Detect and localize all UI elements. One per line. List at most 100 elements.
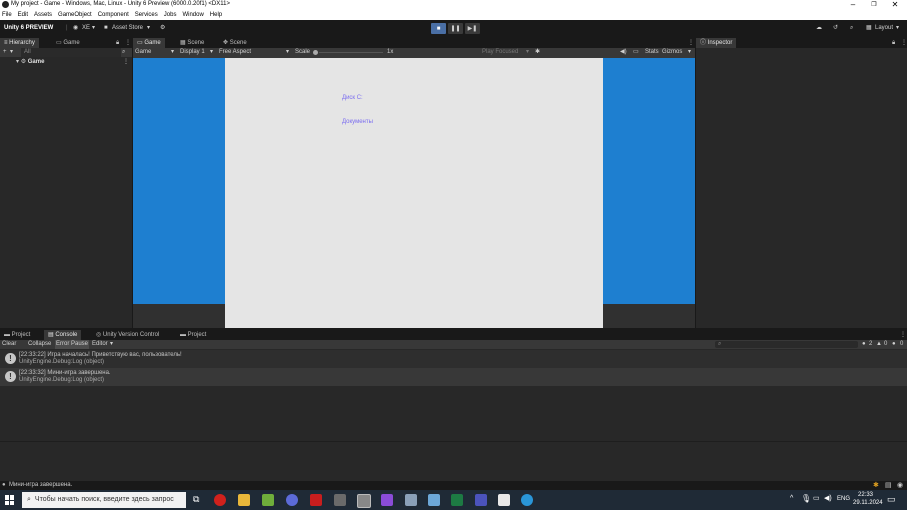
tab-project-2[interactable]: ▬ Project [176, 330, 210, 340]
tab-scene[interactable]: ▦ Scene [176, 38, 208, 48]
excel-icon[interactable] [451, 494, 463, 506]
microphone-icon[interactable]: 🎙︎ [801, 494, 811, 503]
more-icon[interactable]: ⋮ [123, 58, 129, 65]
more-icon[interactable]: ⋮ [897, 38, 907, 48]
tab-game-small[interactable]: ▭ Game [52, 38, 84, 48]
game-text-documents[interactable]: Документы [342, 119, 373, 125]
scale-slider-handle[interactable] [313, 50, 318, 55]
chevron-down-icon[interactable]: ▾ [16, 59, 19, 65]
add-button[interactable]: + [3, 48, 7, 57]
opera-icon[interactable] [214, 494, 226, 506]
aspect-dropdown[interactable]: Free Aspect [219, 48, 251, 57]
menu-services[interactable]: Services [135, 10, 158, 20]
screen-icon[interactable]: ▭ [633, 48, 639, 57]
scale-slider-track[interactable] [319, 52, 383, 53]
info-count-icon[interactable]: ● [862, 340, 866, 349]
network-icon[interactable]: ▭ [813, 494, 820, 502]
hierarchy-search-input[interactable]: All [21, 48, 121, 57]
amd-icon[interactable] [310, 494, 322, 506]
info-count[interactable]: 2 [869, 340, 872, 349]
app-icon[interactable] [334, 494, 346, 506]
history-icon[interactable]: ↺ [833, 24, 838, 33]
notepad-icon[interactable] [428, 494, 440, 506]
settings-icon[interactable]: ▤ [885, 481, 892, 489]
chevron-down-icon[interactable]: ▾ [10, 48, 13, 57]
tab-version-control[interactable]: ◎ Unity Version Control [92, 330, 163, 340]
chevron-down-icon[interactable]: ▾ [171, 48, 174, 57]
account-button[interactable]: XE [82, 24, 90, 33]
clear-button[interactable]: Clear [2, 340, 16, 349]
step-button[interactable]: ▶❚ [465, 23, 480, 34]
hierarchy-root-item[interactable]: ▾ ⚙ Game [16, 58, 44, 66]
teams-icon[interactable] [475, 494, 487, 506]
error-count[interactable]: 0 [900, 340, 903, 349]
search-filter-icon[interactable]: ⌕ [122, 48, 125, 57]
menu-assets[interactable]: Assets [34, 10, 52, 20]
error-count-icon[interactable]: ● [892, 340, 896, 349]
tab-scene-2[interactable]: ✥ Scene [219, 38, 251, 48]
console-search-input[interactable]: ⌕ [715, 341, 858, 348]
minimize-button[interactable]: – [842, 0, 864, 10]
error-pause-button[interactable]: Error Pause [55, 340, 90, 349]
stats-button[interactable]: Stats [645, 48, 659, 57]
progress-icon[interactable]: ✱ [873, 481, 879, 489]
menu-file[interactable]: File [2, 10, 12, 20]
layout-dropdown[interactable]: Layout [875, 24, 893, 33]
volume-icon[interactable]: ◀) [824, 494, 832, 502]
unity-icon[interactable] [357, 494, 371, 508]
chevron-down-icon[interactable]: ▾ [688, 48, 691, 57]
taskbar-search-input[interactable]: ⌕ Чтобы начать поиск, введите здесь запро… [22, 492, 186, 508]
chevron-down-icon[interactable]: ▾ [210, 48, 213, 57]
game-mode-dropdown[interactable]: Game [135, 48, 151, 57]
app-icon[interactable] [405, 494, 417, 506]
language-indicator[interactable]: ENG [837, 496, 850, 502]
menu-component[interactable]: Component [98, 10, 129, 20]
tab-hierarchy[interactable]: ≡ Hierarchy [0, 38, 39, 48]
more-icon[interactable]: ⋮ [896, 330, 907, 340]
game-text-disk[interactable]: Диск С: [342, 95, 363, 101]
warning-count[interactable]: 0 [884, 340, 887, 349]
chevron-down-icon[interactable]: ▾ [526, 48, 529, 57]
menu-gameobject[interactable]: GameObject [58, 10, 92, 20]
task-view-icon[interactable]: ⧉ [193, 494, 199, 505]
chevron-down-icon[interactable]: ▾ [896, 24, 899, 33]
tab-project[interactable]: ▬ Project [0, 330, 34, 340]
visual-studio-icon[interactable] [381, 494, 393, 506]
editor-dropdown[interactable]: Editor [92, 340, 108, 349]
gizmos-button[interactable]: Gizmos [662, 48, 682, 57]
log-entry[interactable]: ! [22:33:32] Мини-игра завершена. UnityE… [0, 368, 907, 386]
chevron-down-icon[interactable]: ▾ [110, 340, 113, 349]
clock-time[interactable]: 22:33 [858, 492, 873, 498]
account-icon[interactable]: ◉ [73, 24, 78, 33]
warning-count-icon[interactable]: ▲ [876, 340, 882, 349]
menu-jobs[interactable]: Jobs [164, 10, 177, 20]
bug-icon[interactable]: ✱ [535, 48, 540, 57]
gear-icon[interactable]: ⚙ [160, 24, 165, 33]
stop-button[interactable]: ■ [431, 23, 446, 34]
status-message[interactable]: Мини-игра завершена. [9, 482, 72, 488]
bug-report-icon[interactable]: ◉ [897, 481, 903, 489]
collapse-button[interactable]: Collapse [28, 340, 51, 349]
log-entry[interactable]: ! [22:33:22] Игра началась! Приветствую … [0, 350, 907, 368]
close-button[interactable]: ✕ [884, 0, 906, 10]
tab-console[interactable]: ▤ Console [44, 330, 82, 340]
telegram-icon[interactable] [521, 494, 533, 506]
chevron-down-icon[interactable]: ▾ [286, 48, 289, 57]
clock-date[interactable]: 29.11.2024 [853, 500, 883, 506]
search-icon[interactable]: ⌕ [850, 24, 853, 33]
file-explorer-icon[interactable] [238, 494, 250, 506]
chevron-down-icon[interactable]: ▾ [92, 24, 95, 33]
speaker-icon[interactable]: ◀) [620, 48, 627, 57]
tab-game[interactable]: ▭ Game [133, 38, 165, 48]
notifications-icon[interactable]: ▭ [887, 494, 896, 505]
play-focused-dropdown[interactable]: Play Focused [482, 48, 518, 57]
asset-store-button[interactable]: Asset Store [112, 24, 143, 33]
chevron-down-icon[interactable]: ▾ [147, 24, 150, 33]
menu-window[interactable]: Window [182, 10, 203, 20]
pause-button[interactable]: ❚❚ [448, 23, 463, 34]
browser-icon[interactable] [286, 494, 298, 506]
windows-start-icon[interactable] [5, 495, 15, 505]
menu-edit[interactable]: Edit [18, 10, 28, 20]
tray-chevron-icon[interactable]: ^ [790, 495, 793, 502]
cloud-icon[interactable]: ☁ [816, 24, 822, 33]
